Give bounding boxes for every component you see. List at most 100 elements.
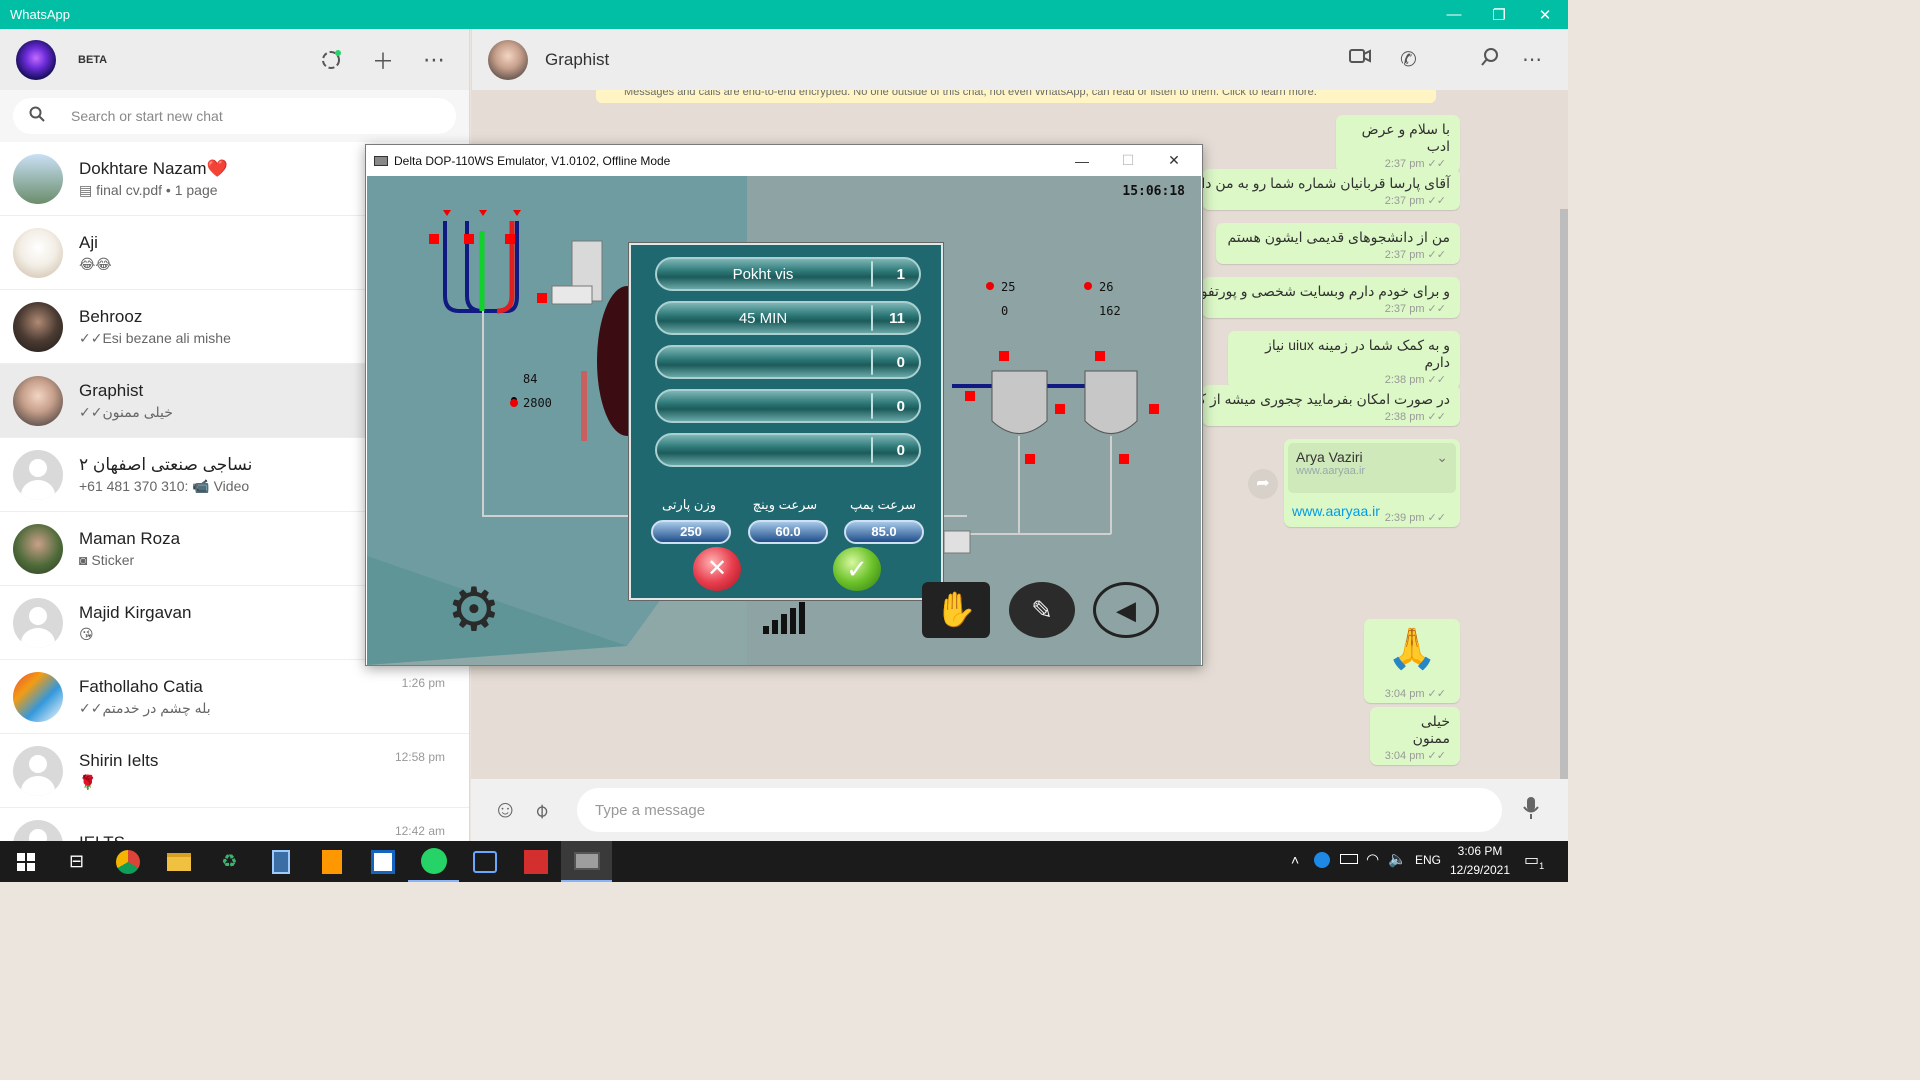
emulator-minimize-button[interactable]: — (1059, 145, 1105, 176)
chat-item[interactable]: IELTS 12:42 am (0, 808, 469, 841)
window-title: WhatsApp (10, 7, 70, 22)
chevron-up-icon[interactable]: ˄ (1291, 852, 1299, 868)
edge-icon[interactable] (1314, 852, 1330, 868)
emulator-close-button[interactable]: ✕ (1151, 145, 1197, 176)
battery-icon[interactable] (1340, 854, 1358, 864)
message-bubble[interactable]: 🙏 3:04 pm ✓✓ (1364, 619, 1460, 703)
chevron-down-icon[interactable]: ⌄ (1436, 449, 1448, 466)
chat-item[interactable]: Fathollaho Catia ✓✓بله چشم در خدمتم 1:26… (0, 660, 469, 734)
chat-last-message: +61 481 370 310: 📹 Video (79, 477, 250, 494)
hand-manual-icon[interactable]: ✋ (922, 582, 990, 638)
menu-icon[interactable]: ⋯ (1522, 47, 1542, 72)
program-row[interactable]: Pokht vis 1 (655, 257, 921, 291)
whatsapp-icon-graphic (420, 847, 447, 874)
encryption-notice[interactable]: Messages and calls are end-to-end encryp… (596, 90, 1436, 103)
language-indicator[interactable]: ENG (1415, 853, 1441, 867)
wifi-icon[interactable]: ◠ (1366, 850, 1379, 868)
new-chat-icon[interactable]: ＋ (370, 47, 396, 74)
bar-graph-icon[interactable] (763, 600, 831, 634)
notification-icon[interactable]: ▭1 (1524, 850, 1544, 871)
minimize-button[interactable]: — (1431, 0, 1477, 29)
chat-name: Behrooz (79, 306, 143, 326)
message-time-text: 2:37 pm (1384, 303, 1425, 315)
message-time: 2:37 pm ✓✓ (1384, 249, 1446, 261)
video-call-icon[interactable] (1349, 47, 1371, 70)
message-time: 3:04 pm ✓✓ (1384, 688, 1446, 700)
double-check-icon: ✓✓ (79, 699, 103, 716)
chat-name: Majid Kirgavan (79, 602, 192, 622)
contact-card[interactable]: Arya Vaziri www.aaryaa.ir ⌄ (1288, 443, 1456, 493)
emoji-icon[interactable]: ☺ (493, 796, 518, 824)
program-dialog: Pokht vis 1 45 MIN 11 0 0 0 وزن پارتی سر… (628, 242, 944, 601)
program-row[interactable]: 45 MIN 11 (655, 301, 921, 335)
calculator-icon[interactable] (255, 841, 306, 882)
message-bubble[interactable]: آقای پارسا قربانیان شماره شما رو به من د… (1202, 169, 1460, 210)
document-icon: ▤ (79, 181, 97, 198)
app-window-icon[interactable] (357, 841, 408, 882)
message-bubble[interactable]: من از دانشجوهای قدیمی ایشون هستم 2:37 pm… (1216, 223, 1460, 264)
message-bubble[interactable]: در صورت امکان بفرمایید چجوری میشه از کم … (1202, 385, 1460, 426)
message-input[interactable]: Type a message (577, 788, 1502, 832)
emulator-maximize-button[interactable]: ☐ (1105, 145, 1151, 176)
acrobat-icon[interactable] (510, 841, 561, 882)
param-value[interactable]: 85.0 (844, 520, 924, 544)
voice-call-icon[interactable]: ✆ (1400, 47, 1417, 72)
windows-start-icon[interactable] (0, 841, 51, 882)
confirm-button[interactable]: ✓ (833, 547, 881, 591)
cancel-button[interactable]: ✕ (693, 547, 741, 591)
file-explorer-icon[interactable] (153, 841, 204, 882)
message-bubble[interactable]: خیلی ممنون 3:04 pm ✓✓ (1370, 707, 1460, 765)
param-label: سرعت پمپ (849, 497, 917, 512)
contact-card-message[interactable]: Arya Vaziri www.aaryaa.ir ⌄ www.aaryaa.i… (1284, 439, 1460, 527)
task-view-icon[interactable]: ⊟ (51, 841, 102, 882)
program-row-number: 11 (889, 310, 905, 327)
param-value[interactable]: 60.0 (748, 520, 828, 544)
chat-name: Dokhtare Nazam❤️ (79, 158, 228, 178)
message-input-placeholder: Type a message (595, 801, 706, 819)
program-row[interactable]: 0 (655, 389, 921, 423)
edit-pencil-icon[interactable]: ✎ (1009, 582, 1075, 638)
avatar (13, 745, 63, 796)
program-row-divider (871, 261, 873, 287)
chat-item[interactable]: Shirin Ielts 🌹 12:58 pm (0, 734, 469, 808)
chrome-icon[interactable] (102, 841, 153, 882)
forward-icon[interactable]: ➦ (1248, 469, 1278, 499)
scrollbar[interactable] (1560, 209, 1568, 779)
close-button[interactable]: ✕ (1522, 0, 1568, 29)
volume-icon[interactable]: 🔈 (1388, 850, 1407, 868)
conversation-header: Graphist ✆ ⋯ (471, 29, 1568, 90)
back-arrow-icon[interactable]: ◀ (1093, 582, 1159, 638)
program-row[interactable]: 0 (655, 345, 921, 379)
taskbar-clock[interactable]: 3:06 PM 12/29/2021 (1446, 844, 1514, 877)
menu-icon[interactable]: ⋯ (421, 47, 447, 73)
my-avatar[interactable] (16, 39, 56, 80)
chat-name: Shirin Ielts (79, 750, 159, 770)
emulator-taskbar-icon[interactable] (561, 841, 612, 882)
message-bubble[interactable]: و به کمک شما در زمینه uiux نیاز دارم 2:3… (1228, 331, 1460, 389)
program-row-number: 0 (896, 398, 905, 415)
program-row[interactable]: 0 (655, 433, 921, 467)
message-bubble[interactable]: و برای خودم دارم وبسایت شخصی و پورتفول 2… (1202, 277, 1460, 318)
sublime-text-icon[interactable] (306, 841, 357, 882)
contact-avatar[interactable] (488, 39, 528, 80)
avatar (13, 153, 63, 204)
app-icon[interactable]: ♻ (204, 841, 255, 882)
search-icon (29, 106, 45, 127)
left-pressure: 2800 (523, 396, 552, 410)
settings-gear-icon[interactable]: ⚙ (447, 580, 501, 640)
contact-name[interactable]: Graphist (545, 50, 609, 70)
app-search-icon[interactable] (459, 841, 510, 882)
program-row-divider (871, 393, 873, 419)
hmi-screen: 15:06:18 84 2800 25 0 26 162 Pokht vis 1… (367, 176, 1201, 665)
param-value[interactable]: 250 (651, 520, 731, 544)
microphone-icon[interactable] (1523, 796, 1539, 825)
search-icon[interactable] (1480, 47, 1500, 73)
contact-card-name: Arya Vaziri (1296, 449, 1363, 465)
status-icon[interactable] (318, 47, 344, 73)
attach-icon[interactable]: ⌀ (528, 797, 554, 823)
emulator-taskbar-icon-graphic (573, 851, 600, 870)
search-input[interactable]: Search or start new chat (13, 98, 456, 134)
whatsapp-icon[interactable] (408, 841, 459, 882)
maximize-button[interactable]: ❐ (1476, 0, 1522, 29)
message-bubble[interactable]: با سلام و عرض ادب 2:37 pm ✓✓ (1336, 115, 1460, 173)
